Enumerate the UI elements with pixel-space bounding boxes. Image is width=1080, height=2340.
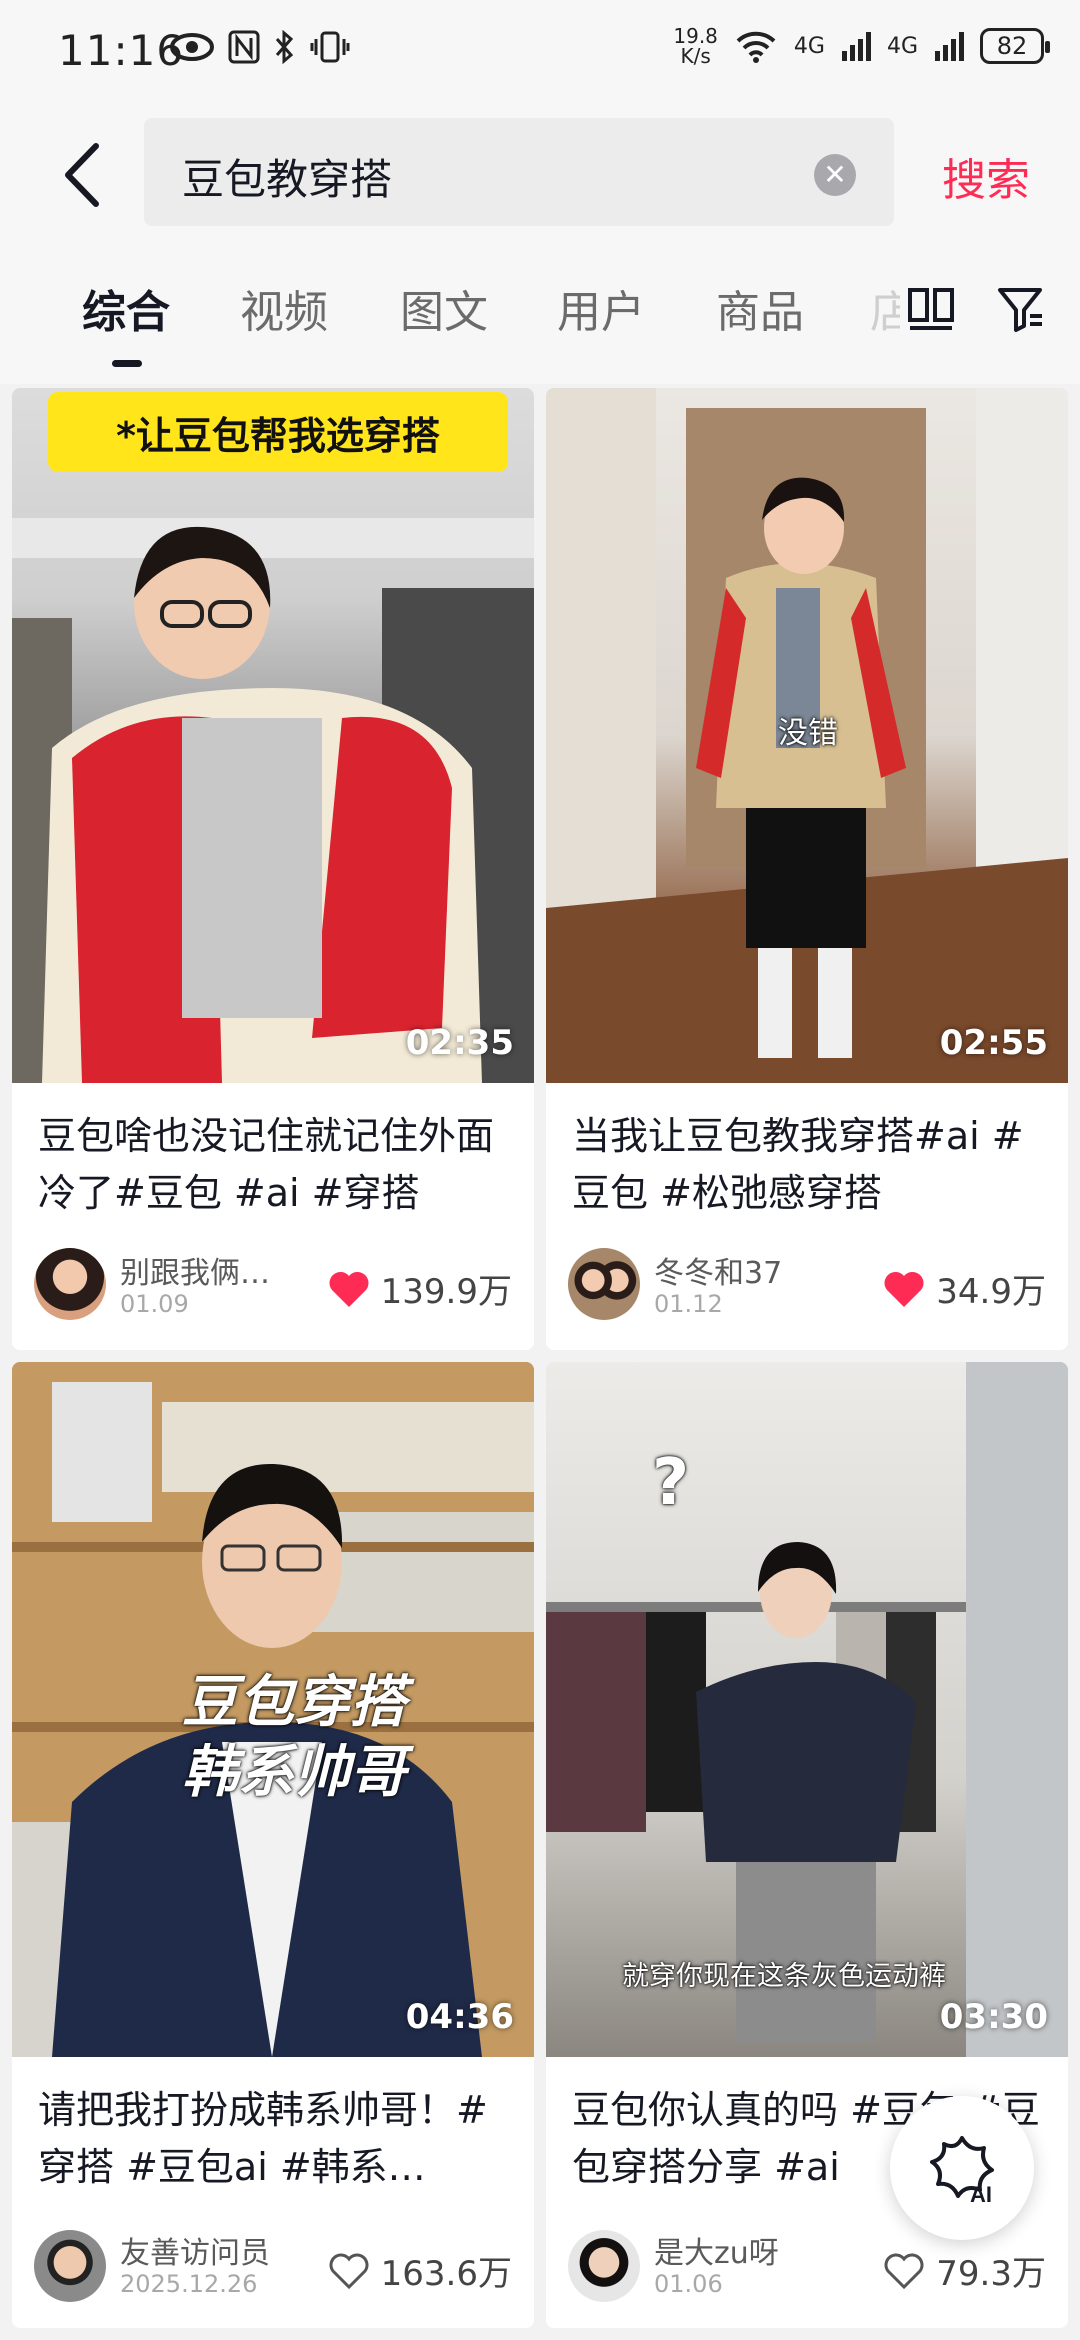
card-title[interactable]: 当我让豆包教我穿搭#ai #豆包 #松弛感穿搭 [572, 1108, 1042, 1222]
net-speed-value: 19.8 [673, 24, 718, 48]
author-name[interactable]: 冬冬和37 [654, 1248, 782, 1292]
net-speed-unit: K/s [680, 44, 711, 68]
tab-products[interactable]: 商品 [716, 276, 804, 340]
card-title[interactable]: 请把我打扮成韩系帅哥！#穿搭 #豆包ai #韩系… [38, 2082, 508, 2196]
status-bar: 11:16 19.8 K/s 4G 4G 82 [0, 0, 1080, 104]
author-avatar[interactable] [34, 1248, 106, 1320]
search-header: 豆包教穿搭 ✕ 搜索 [0, 104, 1080, 244]
thumbnail-scene [12, 518, 534, 1083]
net-speed: 19.8 K/s [673, 26, 718, 66]
like-count-value: 79.3万 [936, 2254, 1046, 2294]
tab-users[interactable]: 用户 [557, 276, 645, 340]
author-name[interactable]: 别跟我俩… [120, 1248, 270, 1292]
like-count-value: 34.9万 [936, 1272, 1046, 1312]
author-avatar[interactable] [568, 2230, 640, 2302]
like-count[interactable]: 34.9万 [882, 1264, 1046, 1313]
ai-label: AI [970, 2182, 992, 2207]
post-date: 2025.12.26 [120, 2270, 258, 2298]
result-type-tabs: 综合 视频 图文 用户 商品 店 [0, 244, 1080, 384]
signal-icon [841, 32, 871, 61]
result-card[interactable]: 豆包穿搭 韩系帅哥 04:36 请把我打扮成韩系帅哥！#穿搭 #豆包ai #韩系… [12, 1362, 534, 2328]
like-count-value: 163.6万 [380, 2254, 512, 2294]
author-avatar[interactable] [34, 2230, 106, 2302]
post-date: 01.06 [654, 2270, 723, 2298]
status-left-icons [170, 30, 350, 64]
ai-sparkle-icon: AI [930, 2136, 994, 2207]
video-thumbnail[interactable]: 豆包穿搭 韩系帅哥 04:36 [12, 1362, 534, 2057]
grid-layout-icon[interactable] [906, 284, 956, 334]
author-avatar[interactable] [568, 1248, 640, 1320]
video-caption: 就穿你现在这条灰色运动裤 [622, 1961, 946, 1992]
like-count-value: 139.9万 [380, 1272, 512, 1312]
video-thumbnail[interactable]: 没错 02:55 [546, 388, 1068, 1083]
like-count[interactable]: 163.6万 [327, 2246, 512, 2295]
eye-icon [170, 33, 214, 61]
thumbnail-scene [546, 1362, 1068, 2057]
video-duration: 02:55 [939, 1023, 1048, 1063]
ai-assistant-button[interactable]: AI [890, 2096, 1034, 2240]
card-title[interactable]: 豆包啥也没记住就记住外面冷了#豆包 #ai #穿搭 [38, 1108, 508, 1222]
post-date: 01.12 [654, 1290, 723, 1318]
video-caption: 没错 [778, 716, 838, 751]
author-name[interactable]: 友善访问员 [120, 2228, 270, 2272]
back-arrow-icon[interactable] [56, 140, 116, 210]
heart-outline-icon[interactable] [327, 2251, 371, 2291]
active-tab-indicator [112, 360, 142, 367]
battery-indicator: 82 [980, 28, 1050, 64]
tab-all[interactable]: 综合 [82, 276, 170, 340]
video-duration: 02:35 [405, 1023, 514, 1063]
network-type-1: 4G [793, 33, 825, 59]
tab-video[interactable]: 视频 [240, 276, 328, 340]
heart-filled-icon[interactable] [882, 1269, 926, 1309]
heart-outline-icon[interactable] [882, 2251, 926, 2291]
tab-image-text[interactable]: 图文 [400, 276, 488, 340]
like-count[interactable]: 139.9万 [327, 1264, 512, 1313]
wifi-icon [736, 31, 776, 63]
tab-store[interactable]: 店 [870, 276, 900, 340]
search-button[interactable]: 搜索 [942, 144, 1030, 208]
status-time: 11:16 [58, 26, 185, 75]
video-thumbnail[interactable]: *让豆包帮我选穿搭 02:35 [12, 388, 534, 1083]
thumbnail-overlay-text: 豆包穿搭 韩系帅哥 [182, 1670, 406, 1805]
bluetooth-icon [275, 30, 294, 64]
post-date: 01.09 [120, 1290, 189, 1318]
video-duration: 04:36 [405, 1997, 514, 2037]
search-input[interactable]: 豆包教穿搭 ✕ [144, 118, 894, 226]
filter-icon[interactable] [996, 284, 1046, 334]
author-name[interactable]: 是大zu呀 [654, 2228, 779, 2272]
clear-search-icon[interactable]: ✕ [814, 154, 856, 196]
video-duration: 03:30 [939, 1997, 1048, 2037]
like-count[interactable]: 79.3万 [882, 2246, 1046, 2295]
thumbnail-overlay-text: *让豆包帮我选穿搭 [48, 392, 508, 472]
heart-filled-icon[interactable] [327, 1269, 371, 1309]
video-thumbnail[interactable]: ? 就穿你现在这条灰色运动裤 03:30 [546, 1362, 1068, 2057]
status-right-icons: 19.8 K/s 4G 4G 82 [673, 26, 1050, 66]
signal-icon-2 [935, 32, 964, 61]
vibrate-icon [310, 31, 350, 63]
network-type-2: 4G [886, 33, 918, 59]
result-card[interactable]: *让豆包帮我选穿搭 02:35 豆包啥也没记住就记住外面冷了#豆包 #ai #穿… [12, 388, 534, 1350]
question-mark-text: ? [652, 1446, 690, 1520]
result-card[interactable]: 没错 02:55 当我让豆包教我穿搭#ai #豆包 #松弛感穿搭 冬冬和37 0… [546, 388, 1068, 1350]
search-query-text[interactable]: 豆包教穿搭 [182, 146, 392, 207]
nfc-icon [228, 30, 260, 64]
